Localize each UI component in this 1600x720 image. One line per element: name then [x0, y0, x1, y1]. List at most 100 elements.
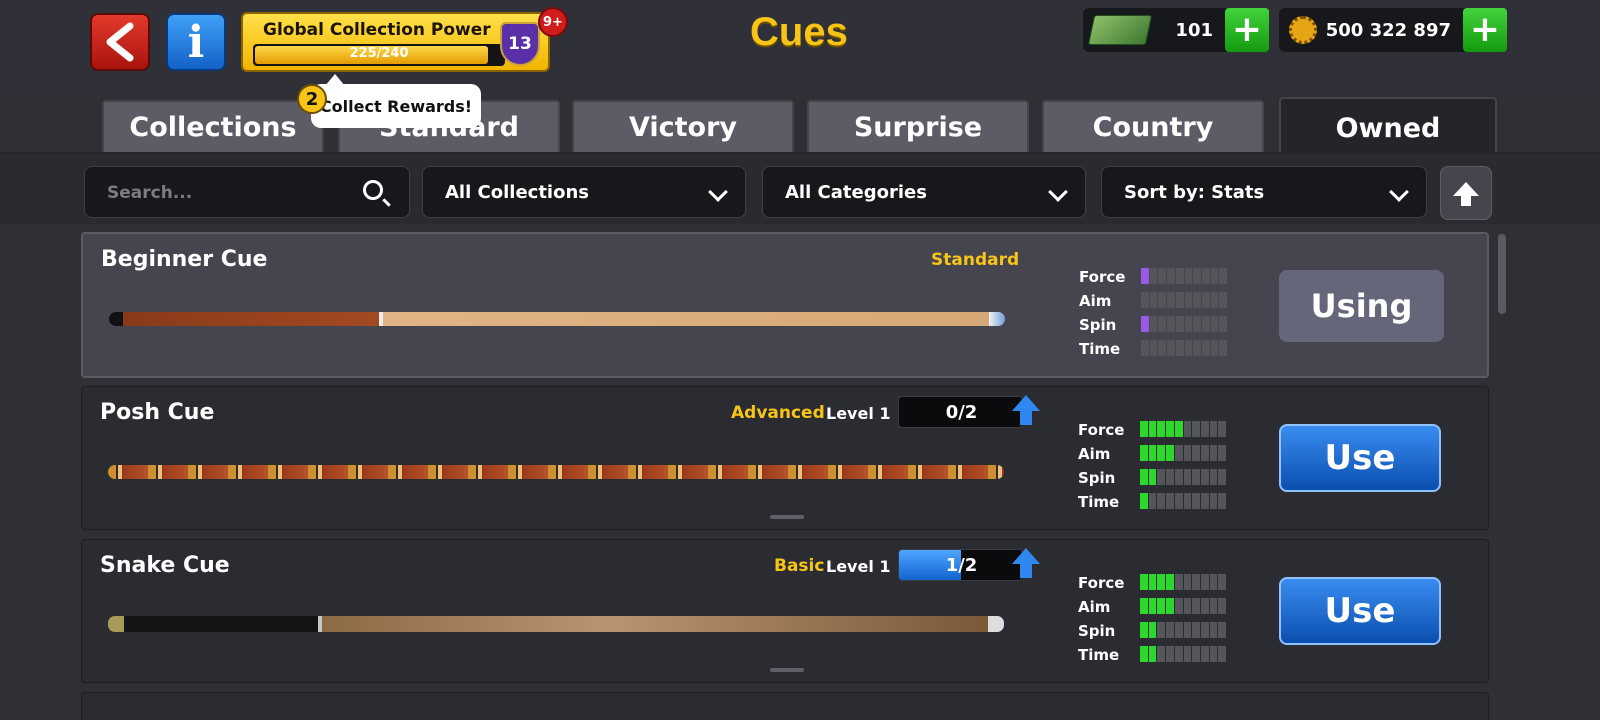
stat-segment — [1141, 340, 1149, 356]
stat-segment — [1174, 421, 1183, 437]
cue-card-snake[interactable]: Snake Cue Basic Level 1 1/2 Force Aim Sp… — [81, 539, 1489, 683]
coin-icon — [1289, 16, 1317, 44]
stat-segment — [1140, 646, 1148, 662]
stat-segment — [1148, 598, 1157, 614]
rewards-badge: 2 — [297, 84, 327, 114]
stat-segment — [1166, 574, 1174, 590]
tab-owned[interactable]: Owned — [1279, 97, 1497, 157]
stat-label-aim: Aim — [1078, 598, 1111, 616]
stat-segment — [1141, 292, 1149, 308]
stat-segment — [1183, 646, 1192, 662]
sort-dropdown-value: Sort by: Stats — [1124, 182, 1265, 203]
stat-segment — [1193, 268, 1201, 284]
stat-segment — [1201, 340, 1210, 356]
stat-segment — [1148, 469, 1157, 485]
stat-label-time: Time — [1078, 493, 1120, 511]
upgrade-progress: 0/2 — [898, 396, 1023, 428]
back-button[interactable] — [90, 13, 150, 71]
stat-segment — [1157, 493, 1166, 509]
stat-label-force: Force — [1078, 421, 1125, 439]
stat-segment — [1166, 445, 1174, 461]
stat-segment — [1157, 421, 1166, 437]
cue-card-beginner[interactable]: Beginner Cue Standard Force Aim Spin Tim… — [81, 232, 1489, 378]
stat-segment — [1148, 574, 1157, 590]
scroll-top-button[interactable] — [1440, 166, 1492, 220]
sort-dropdown[interactable]: Sort by: Stats — [1101, 166, 1427, 218]
stat-segment — [1192, 445, 1200, 461]
stat-segment — [1157, 622, 1166, 638]
stat-segment — [1158, 268, 1167, 284]
stat-segment — [1148, 646, 1157, 662]
stat-segment — [1200, 421, 1209, 437]
stat-segment — [1200, 445, 1209, 461]
cue-level: Level 1 — [826, 557, 891, 576]
notification-badge: 9+ — [538, 7, 568, 37]
stat-segment — [1175, 316, 1184, 332]
list-scrollbar[interactable] — [1498, 234, 1506, 314]
stat-segment — [1174, 598, 1183, 614]
stat-segment — [1200, 574, 1209, 590]
stat-segment — [1184, 340, 1193, 356]
tab-victory[interactable]: Victory — [572, 100, 794, 152]
stat-segment — [1218, 493, 1227, 509]
stat-segment — [1157, 469, 1166, 485]
stat-segment — [1149, 340, 1158, 356]
cue-card-next[interactable] — [81, 692, 1489, 720]
expand-handle[interactable] — [770, 515, 804, 519]
cash-icon — [1087, 15, 1153, 45]
search-placeholder: Search... — [107, 183, 193, 203]
stat-segment — [1209, 574, 1218, 590]
upgrade-arrow-icon[interactable] — [1012, 395, 1040, 427]
tab-surprise[interactable]: Surprise — [807, 100, 1029, 152]
stat-segment — [1167, 268, 1175, 284]
stat-segment — [1140, 493, 1148, 509]
stat-spin-bar — [1140, 469, 1227, 485]
info-button[interactable]: i — [166, 13, 226, 71]
stat-segment — [1149, 316, 1158, 332]
stat-segment — [1200, 622, 1209, 638]
use-button[interactable]: Use — [1279, 577, 1441, 645]
stat-aim-bar — [1140, 445, 1227, 461]
stat-segment — [1192, 421, 1200, 437]
chevron-down-icon — [708, 182, 728, 202]
collect-rewards-tooltip[interactable]: Collect Rewards! — [311, 74, 481, 128]
chevron-down-icon — [1389, 182, 1409, 202]
using-button[interactable]: Using — [1279, 270, 1444, 342]
cue-category: Basic — [774, 556, 825, 576]
add-coins-button[interactable]: + — [1463, 8, 1507, 52]
tab-country[interactable]: Country — [1042, 100, 1264, 152]
upgrade-progress-text: 0/2 — [945, 402, 978, 423]
cash-value: 101 — [1175, 20, 1213, 41]
upgrade-arrow-icon[interactable] — [1012, 548, 1040, 580]
stat-segment — [1140, 445, 1148, 461]
cue-name: Beginner Cue — [101, 247, 268, 272]
cue-image — [108, 616, 1004, 632]
stat-segment — [1184, 292, 1193, 308]
cue-card-posh[interactable]: Posh Cue Advanced Level 1 0/2 Force Aim … — [81, 386, 1489, 530]
stat-segment — [1209, 469, 1218, 485]
collection-power-label: Global Collection Power — [263, 20, 491, 40]
stat-segment — [1158, 292, 1167, 308]
cue-image — [109, 312, 1005, 326]
collections-dropdown[interactable]: All Collections — [422, 166, 746, 218]
stat-segment — [1210, 292, 1219, 308]
stat-segment — [1209, 622, 1218, 638]
stat-segment — [1183, 574, 1192, 590]
use-button[interactable]: Use — [1279, 424, 1441, 492]
stat-aim-bar — [1141, 292, 1228, 308]
stat-segment — [1200, 598, 1209, 614]
stat-segment — [1157, 598, 1166, 614]
tab-collections[interactable]: Collections — [102, 100, 324, 152]
stat-segment — [1158, 340, 1167, 356]
add-cash-button[interactable]: + — [1225, 8, 1269, 52]
stat-aim-bar — [1140, 598, 1227, 614]
stat-segment — [1192, 646, 1200, 662]
categories-dropdown[interactable]: All Categories — [762, 166, 1086, 218]
stat-segment — [1167, 340, 1175, 356]
stat-segment — [1200, 646, 1209, 662]
stat-segment — [1218, 421, 1227, 437]
stat-segment — [1219, 268, 1228, 284]
search-input[interactable]: Search... — [84, 166, 410, 218]
expand-handle[interactable] — [770, 668, 804, 672]
stat-segment — [1193, 292, 1201, 308]
